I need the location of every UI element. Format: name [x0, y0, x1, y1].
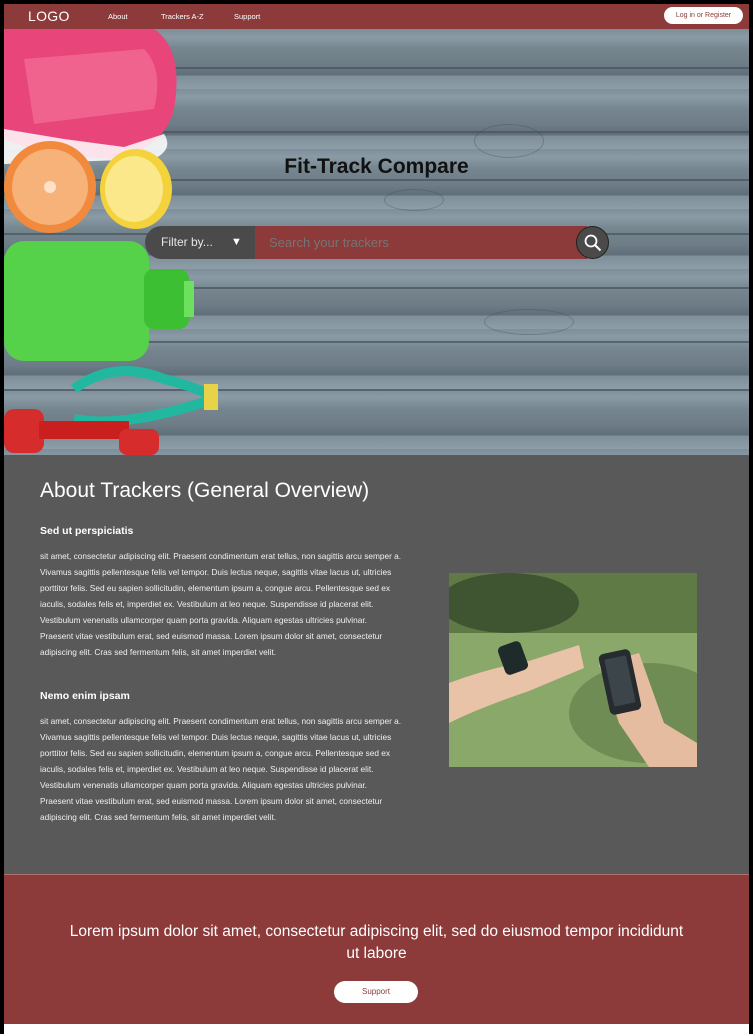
filter-label: Filter by...	[161, 235, 213, 249]
footer-strip	[4, 1024, 749, 1034]
filter-dropdown[interactable]: Filter by... ▼	[145, 226, 255, 259]
search-bar: Filter by... ▼	[145, 226, 609, 259]
section-heading: Nemo enim ipsam	[40, 690, 130, 702]
chevron-down-icon: ▼	[231, 236, 242, 248]
section-heading: Sed ut perspiciatis	[40, 525, 134, 537]
page: LOGO About Trackers A-Z Support Log in o…	[4, 4, 749, 1034]
wood-knot	[474, 124, 544, 158]
hero-title: Fit-Track Compare	[284, 155, 469, 178]
logo[interactable]: LOGO	[28, 8, 70, 24]
cta-banner: Lorem ipsum dolor sit amet, consectetur …	[4, 874, 749, 1024]
search-button[interactable]	[576, 226, 609, 259]
nav-link-about[interactable]: About	[108, 12, 128, 21]
hero-banner: Fit-Track Compare Filter by... ▼	[4, 29, 749, 455]
nav-link-trackers-az[interactable]: Trackers A-Z	[161, 12, 204, 21]
section-body: sit amet, consectetur adipiscing elit. P…	[40, 716, 402, 822]
about-title: About Trackers (General Overview)	[40, 479, 370, 502]
search-icon	[584, 234, 602, 252]
about-section: About Trackers (General Overview) Sed ut…	[4, 455, 749, 874]
search-input[interactable]	[255, 226, 587, 259]
tracker-photo	[449, 573, 697, 767]
support-button[interactable]: Support	[334, 981, 418, 1003]
login-register-button[interactable]: Log in or Register	[664, 7, 743, 24]
top-nav: LOGO About Trackers A-Z Support Log in o…	[4, 4, 749, 29]
nav-link-support[interactable]: Support	[234, 12, 260, 21]
wood-knot	[384, 189, 444, 211]
cta-text: Lorem ipsum dolor sit amet, consectetur …	[69, 923, 684, 962]
wood-knot	[484, 309, 574, 335]
section-body: sit amet, consectetur adipiscing elit. P…	[40, 551, 402, 657]
